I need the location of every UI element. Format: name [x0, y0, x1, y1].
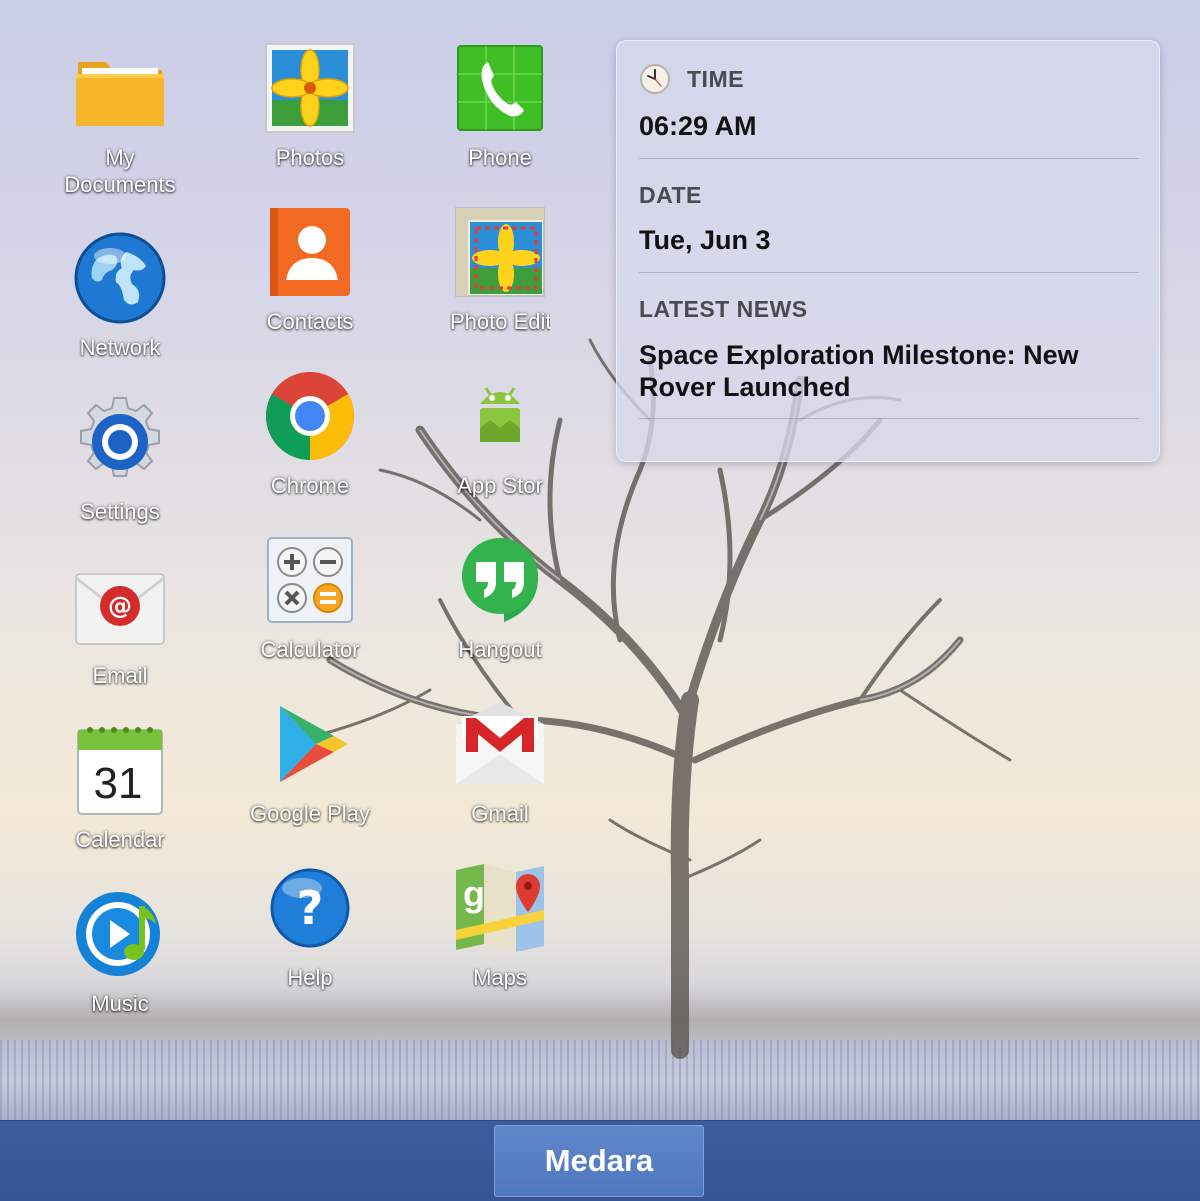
app-google-play[interactable]: Google Play	[215, 696, 405, 856]
app-label: Gmail	[471, 801, 529, 826]
app-gmail[interactable]: Gmail	[405, 696, 595, 856]
app-settings[interactable]: Settings	[25, 394, 215, 554]
app-label: Network	[79, 335, 161, 360]
app-label: Contacts	[266, 309, 354, 334]
app-label: Google Play	[250, 801, 370, 826]
android-icon	[452, 368, 548, 464]
app-label: Photo Edit	[450, 309, 550, 334]
app-label: Maps	[473, 965, 527, 990]
app-hangout[interactable]: Hangout	[405, 532, 595, 692]
calendar-icon: 31	[72, 722, 168, 818]
globe-icon	[72, 230, 168, 326]
app-music[interactable]: Music	[25, 886, 215, 1046]
svg-text:31: 31	[94, 759, 143, 808]
photos-icon	[262, 40, 358, 136]
app-phone[interactable]: Phone	[405, 40, 595, 200]
hangouts-icon	[452, 532, 548, 628]
info-widget: TIME 06:29 AM DATE Tue, Jun 3 LATEST NEW…	[616, 40, 1160, 462]
calculator-icon	[262, 532, 358, 628]
app-label: Calendar	[75, 827, 165, 852]
gear-icon	[72, 394, 168, 490]
app-my-documents[interactable]: My Documents	[25, 40, 215, 200]
app-label: Chrome	[270, 473, 350, 498]
app-email[interactable]: @ Email	[25, 558, 215, 718]
app-photo-edit[interactable]: Photo Edit	[405, 204, 595, 364]
app-calendar[interactable]: 31 Calendar	[25, 722, 215, 882]
app-label: App Stor	[457, 473, 543, 498]
svg-text:g: g	[463, 873, 485, 914]
app-photos[interactable]: Photos	[215, 40, 405, 200]
app-app-store[interactable]: App Stor	[405, 368, 595, 528]
folder-icon	[72, 40, 168, 136]
gmail-icon	[452, 696, 548, 792]
app-label: Music	[91, 991, 149, 1016]
app-label: Email	[92, 663, 148, 688]
app-label: Phone	[468, 145, 532, 170]
taskbar: Medara	[0, 1120, 1200, 1201]
wallpaper-snowfield	[0, 1040, 1200, 1120]
clock-icon	[640, 64, 670, 94]
photo-edit-icon	[452, 204, 548, 300]
app-calculator[interactable]: Calculator	[215, 532, 405, 692]
app-contacts[interactable]: Contacts	[215, 204, 405, 364]
start-button[interactable]: Medara	[494, 1125, 704, 1197]
widget-divider	[639, 158, 1139, 159]
app-label: Calculator	[260, 637, 360, 662]
widget-divider	[639, 272, 1139, 273]
app-network[interactable]: Network	[25, 230, 215, 390]
date-heading: DATE	[639, 182, 702, 208]
app-label: Help	[287, 965, 333, 990]
app-label: My Documents	[64, 145, 176, 197]
help-icon: ?	[262, 860, 358, 956]
maps-icon: g	[452, 860, 548, 956]
phone-icon	[452, 40, 548, 136]
chrome-icon	[262, 368, 358, 464]
play-store-icon	[262, 696, 358, 792]
time-heading: TIME	[687, 66, 744, 92]
app-help[interactable]: ? Help	[215, 860, 405, 1020]
news-headline[interactable]: Space Exploration Milestone: New Rover L…	[639, 339, 1099, 403]
svg-text:@: @	[108, 592, 132, 620]
app-label: Hangout	[458, 637, 542, 662]
svg-text:?: ?	[297, 881, 324, 935]
news-heading: LATEST NEWS	[639, 296, 808, 322]
contacts-icon	[262, 204, 358, 300]
date-value: Tue, Jun 3	[639, 225, 771, 255]
app-maps[interactable]: g Maps	[405, 860, 595, 1020]
app-label: Photos	[275, 145, 345, 170]
app-chrome[interactable]: Chrome	[215, 368, 405, 528]
widget-divider	[639, 418, 1139, 419]
music-icon	[72, 886, 168, 982]
email-icon: @	[72, 558, 168, 654]
time-value: 06:29 AM	[639, 111, 757, 141]
app-label: Settings	[80, 499, 160, 524]
